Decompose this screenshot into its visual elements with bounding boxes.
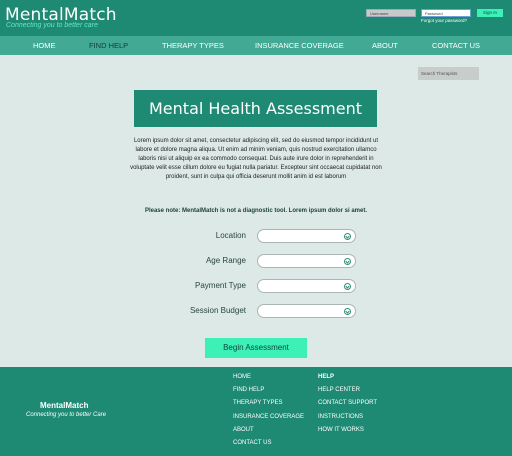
footer-link-contact-support[interactable]: CONTACT SUPPORT xyxy=(318,400,377,406)
footer-link-help-center[interactable]: HELP CENTER xyxy=(318,387,360,393)
nav-about[interactable]: ABOUT xyxy=(372,36,398,55)
location-select[interactable] xyxy=(257,229,356,243)
site-header: MentalMatch Connecting you to better car… xyxy=(0,0,512,36)
payment-type-select[interactable] xyxy=(257,279,356,293)
location-label: Location xyxy=(215,231,246,240)
logo-tagline: Connecting you to better care xyxy=(6,22,98,29)
begin-assessment-button[interactable]: Begin Assessment xyxy=(205,338,307,358)
nav-therapy-types[interactable]: THERAPY TYPES xyxy=(162,36,224,55)
username-field[interactable]: Username xyxy=(366,9,416,17)
password-field[interactable]: Password xyxy=(421,9,471,17)
intro-text: Lorem ipsum dolor sit amet, consectetur … xyxy=(130,138,382,181)
nav-find-help[interactable]: FIND HELP xyxy=(89,36,128,55)
site-footer: MentalMatch Connecting you to better Car… xyxy=(0,367,512,456)
nav-contact-us[interactable]: CONTACT US xyxy=(432,36,480,55)
forgot-password-link[interactable]: Forgot your password? xyxy=(421,18,467,23)
chevron-down-icon xyxy=(344,258,351,265)
page-title: Mental Health Assessment xyxy=(134,90,377,127)
footer-link-insurance-coverage[interactable]: INSURANCE COVERAGE xyxy=(233,414,304,420)
footer-help-heading: HELP xyxy=(318,374,335,380)
footer-link-contact-us[interactable]: CONTACT US xyxy=(233,440,271,446)
chevron-down-icon xyxy=(344,283,351,290)
footer-link-instructions[interactable]: INSTRUCTIONS xyxy=(318,414,363,420)
sign-in-button[interactable]: Sign In xyxy=(477,9,503,17)
disclaimer-note: Please note: MentalMatch is not a diagno… xyxy=(144,208,368,214)
chevron-down-icon xyxy=(344,308,351,315)
footer-link-therapy-types[interactable]: THERAPY TYPES xyxy=(233,400,282,406)
session-budget-select[interactable] xyxy=(257,304,356,318)
age-range-select[interactable] xyxy=(257,254,356,268)
nav-insurance-coverage[interactable]: INSURANCE COVERAGE xyxy=(255,36,344,55)
search-input[interactable]: Search Therapists xyxy=(418,67,479,80)
nav-home[interactable]: HOME xyxy=(33,36,56,55)
footer-link-home[interactable]: HOME xyxy=(233,374,251,380)
chevron-down-icon xyxy=(344,233,351,240)
main-nav: HOME FIND HELP THERAPY TYPES INSURANCE C… xyxy=(0,36,512,55)
footer-link-about[interactable]: ABOUT xyxy=(233,427,254,433)
footer-tagline: Connecting you to better Care xyxy=(26,412,107,418)
session-budget-label: Session Budget xyxy=(189,306,246,315)
footer-brand: MentalMatch xyxy=(40,401,89,410)
footer-link-how-it-works[interactable]: HOW IT WORKS xyxy=(318,427,364,433)
age-range-label: Age Range xyxy=(205,256,246,265)
footer-link-find-help[interactable]: FIND HELP xyxy=(233,387,264,393)
payment-type-label: Payment Type xyxy=(195,281,246,290)
